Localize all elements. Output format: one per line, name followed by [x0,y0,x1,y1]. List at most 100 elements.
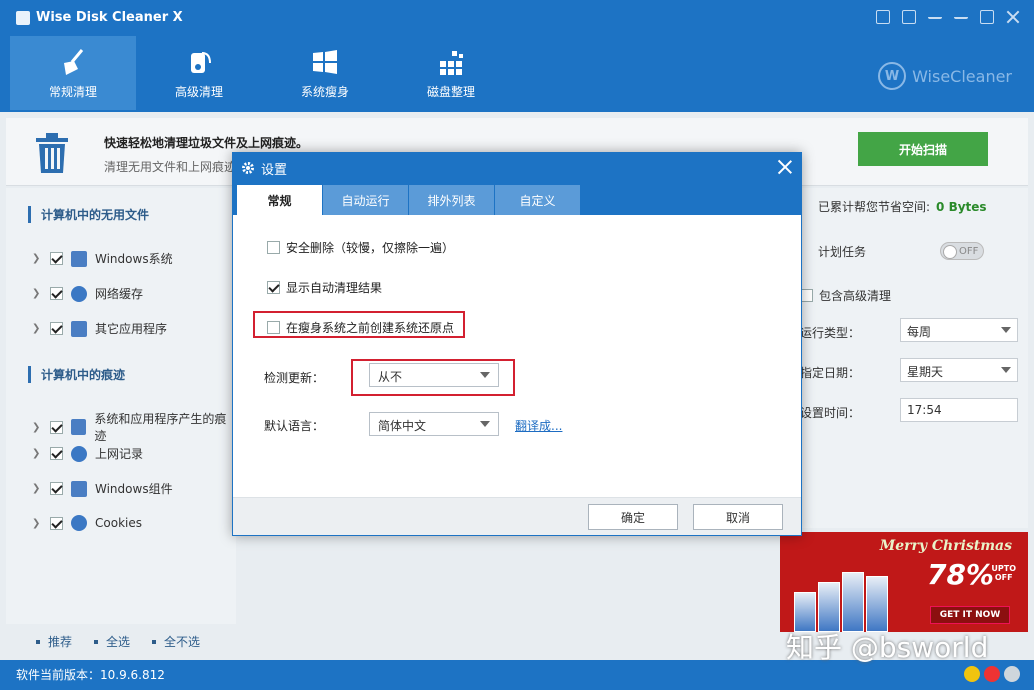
update-frequency-select[interactable]: 从不 [369,363,499,387]
chevron-right-icon[interactable]: ❯ [32,323,42,334]
date-label: 指定日期： [800,366,861,380]
restore-point-option[interactable]: 在瘦身系统之前创建系统还原点 [267,319,454,336]
checkbox[interactable] [49,420,63,434]
nav-tab-regular-clean[interactable]: 常规清理 [10,36,136,110]
checkbox[interactable] [50,516,63,530]
select-all-link[interactable]: 全选 [94,633,130,650]
section-traces: 计算机中的痕迹 [28,366,125,383]
edit-icon[interactable] [902,10,916,24]
header-title: 快速轻松地清理垃圾文件及上网痕迹。 [104,136,309,150]
language-select[interactable]: 简体中文 [369,412,499,436]
safe-delete-checkbox[interactable] [267,241,280,254]
nav-label: 高级清理 [174,84,223,99]
start-scan-button[interactable]: 开始扫描 [858,132,988,166]
feedback-icon[interactable] [876,10,890,24]
right-panel: 已累计帮您节省空间: 0 Bytes 计划任务 OFF 包含高级清理 运行类型：… [800,188,1028,528]
chevron-right-icon[interactable]: ❯ [32,483,42,494]
tree-item-web-history[interactable]: ❯ 上网记录 [32,445,143,462]
show-result-option[interactable]: 显示自动清理结果 [267,279,382,296]
schedule-toggle[interactable]: OFF [940,242,984,260]
nav-label: 磁盘整理 [426,84,475,99]
nav-label: 常规清理 [48,84,97,99]
promo-percent: 78% [926,558,994,591]
chevron-down-icon [480,372,490,378]
chevron-right-icon[interactable]: ❯ [32,518,42,529]
nav-tab-system-slim[interactable]: 系统瘦身 [262,36,388,110]
tree-item-other-apps[interactable]: ❯ 其它应用程序 [32,320,167,337]
select-none-link[interactable]: 全不选 [152,633,200,650]
checkbox[interactable] [50,482,63,495]
get-it-now-button[interactable]: GET IT NOW [930,606,1010,624]
tree-item-windows-components[interactable]: ❯ Windows组件 [32,480,173,497]
product-box [842,572,864,632]
like-icon[interactable] [1004,666,1020,682]
app-logo-icon [16,10,30,25]
checkbox[interactable] [50,287,63,300]
chevron-down-icon [1001,367,1011,373]
checkbox[interactable] [50,252,63,265]
dialog-tabs: 常规 自动运行 排外列表 自定义 [233,183,801,215]
checkbox[interactable] [50,447,63,460]
wise-logo-icon: W [878,62,907,90]
deep-clean-icon [191,51,211,73]
date-select[interactable]: 星期天 [900,358,1018,382]
restore-point-checkbox[interactable] [267,321,280,334]
category-tree: 计算机中的无用文件 ❯ Windows系统 ❯ 网络缓存 ❯ 其它应用程序 计算机中的… [6,188,236,624]
tab-autorun[interactable]: 自动运行 [323,185,408,215]
checkbox[interactable] [50,322,63,335]
chevron-right-icon[interactable]: ❯ [32,253,42,264]
nav-tab-defrag[interactable]: 磁盘整理 [388,36,514,110]
promo-upto: UPTO OFF [991,564,1016,582]
promo-title: Merry Christmas [879,538,1012,554]
dialog-footer: 确定 取消 [233,497,801,535]
weibo-icon[interactable] [984,666,1000,682]
language-value: 简体中文 [378,419,427,433]
ok-button[interactable]: 确定 [588,504,678,530]
tab-exclusion-list[interactable]: 排外列表 [409,185,494,215]
windows-icon [70,419,87,435]
puzzle-icon [71,480,87,497]
safe-delete-option[interactable]: 安全删除（较慢，仅擦除一遍） [267,239,454,256]
chevron-right-icon[interactable]: ❯ [32,448,42,459]
saved-space-value: 0 Bytes [936,199,987,214]
saved-space-label: 已累计帮您节省空间: [818,200,931,214]
translate-link[interactable]: 翻译成... [515,417,562,434]
chevron-down-icon [1001,327,1011,333]
recommend-link[interactable]: 推荐 [36,633,72,650]
tree-item-label: Cookies [95,516,142,530]
chevron-right-icon[interactable]: ❯ [32,288,42,299]
main-nav: 常规清理 高级清理 系统瘦身 磁盘整理 [10,36,514,110]
tree-item-label: 系统和应用程序产生的痕迹 [94,412,227,443]
nav-tab-advanced-clean[interactable]: 高级清理 [136,36,262,110]
tree-item-windows[interactable]: ❯ Windows系统 [32,250,173,267]
tree-item-label: 其它应用程序 [95,322,168,336]
globe-icon [71,445,87,462]
show-result-checkbox[interactable] [267,281,280,294]
maximize-button[interactable] [980,10,994,24]
tree-item-cookies[interactable]: ❯ Cookies [32,515,142,531]
tree-item-web-cache[interactable]: ❯ 网络缓存 [32,285,143,302]
run-type-select[interactable]: 每周 [900,318,1018,342]
brand-logo: W WiseCleaner [878,62,1012,90]
chevron-down-icon [480,421,490,427]
tab-general[interactable]: 常规 [237,185,322,215]
christmas-promo-banner[interactable]: Merry Christmas 78% UPTO OFF GET IT NOW [780,532,1028,632]
close-button[interactable] [1006,10,1020,24]
include-advanced-row[interactable]: 包含高级清理 [800,287,891,304]
dialog-title-bar: 设置 [233,153,801,183]
chevron-right-icon[interactable]: ❯ [32,422,42,433]
tree-item-app-traces[interactable]: ❯ 系统和应用程序产生的痕迹 [32,410,236,444]
minimize-button[interactable] [954,10,968,19]
dialog-close-button[interactable] [775,157,795,177]
broom-icon [64,48,84,75]
time-spinner[interactable]: 17:54 [900,398,1018,422]
dialog-title: 设置 [261,162,288,178]
schedule-row: 计划任务 [800,243,866,260]
tab-custom[interactable]: 自定义 [495,185,580,215]
cancel-button[interactable]: 取消 [693,504,783,530]
menu-icon[interactable] [928,10,942,19]
update-frequency-value: 从不 [378,370,403,384]
schedule-label: 计划任务 [818,245,867,259]
coin-icon[interactable] [964,666,980,682]
tree-item-label: Windows系统 [95,252,173,266]
